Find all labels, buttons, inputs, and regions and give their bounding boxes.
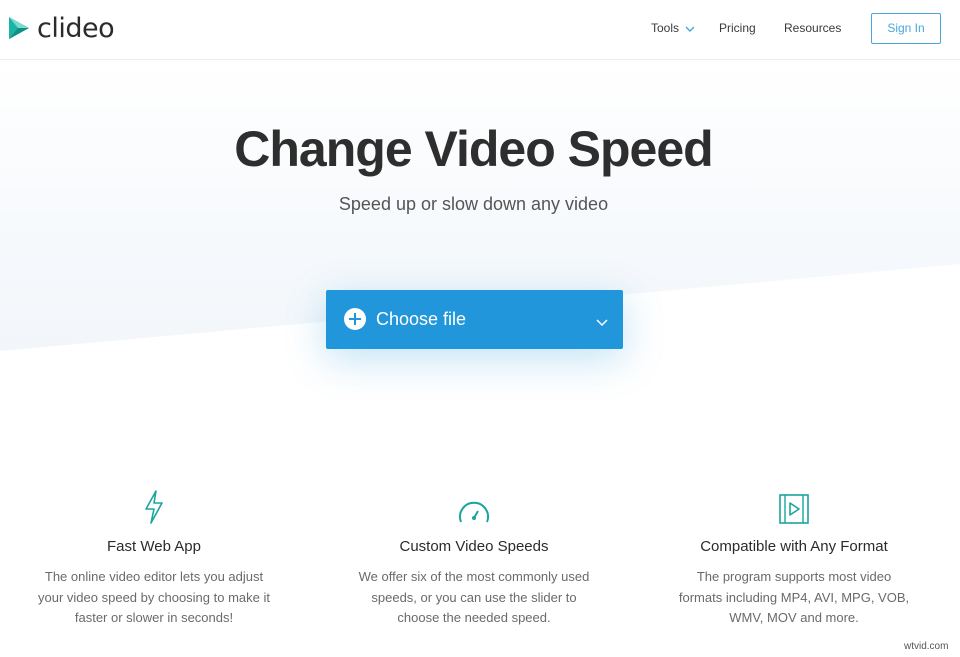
clideo-logo-icon [9, 17, 29, 39]
nav-tools-label: Tools [651, 21, 680, 35]
logo[interactable]: clideo [7, 11, 115, 45]
feature-title: Compatible with Any Format [700, 538, 888, 555]
watermark: wtvid.com [904, 641, 949, 652]
lightning-icon [34, 490, 274, 524]
page-title: Change Video Speed [234, 121, 713, 177]
feature-fast-web-app: Fast Web App The online video editor let… [34, 490, 274, 629]
nav-tools[interactable]: Tools [651, 21, 695, 36]
logo-text: clideo [37, 12, 115, 44]
top-header: clideo Tools Pricing Resources Sign In [0, 0, 960, 60]
choose-file-label: Choose file [376, 309, 467, 329]
video-play-icon [674, 490, 914, 524]
chevron-down-icon[interactable] [596, 314, 608, 332]
plus-circle-icon [344, 308, 366, 330]
feature-title: Fast Web App [107, 538, 201, 555]
feature-title: Custom Video Speeds [399, 538, 549, 555]
feature-description: We offer six of the most commonly used s… [358, 569, 590, 625]
page-subtitle: Speed up or slow down any video [338, 194, 609, 214]
feature-custom-speeds: Custom Video Speeds We offer six of the … [354, 490, 594, 629]
nav-pricing[interactable]: Pricing [719, 21, 756, 35]
choose-file-button[interactable]: Choose file [326, 290, 623, 349]
feature-description: The program supports most video formats … [678, 569, 910, 625]
chevron-down-icon [685, 22, 695, 36]
speedometer-icon [354, 490, 594, 524]
sign-in-button[interactable]: Sign In [871, 13, 941, 44]
nav-resources[interactable]: Resources [784, 21, 841, 35]
feature-compatible-formats: Compatible with Any Format The program s… [674, 490, 914, 629]
feature-description: The online video editor lets you adjust … [38, 569, 270, 625]
